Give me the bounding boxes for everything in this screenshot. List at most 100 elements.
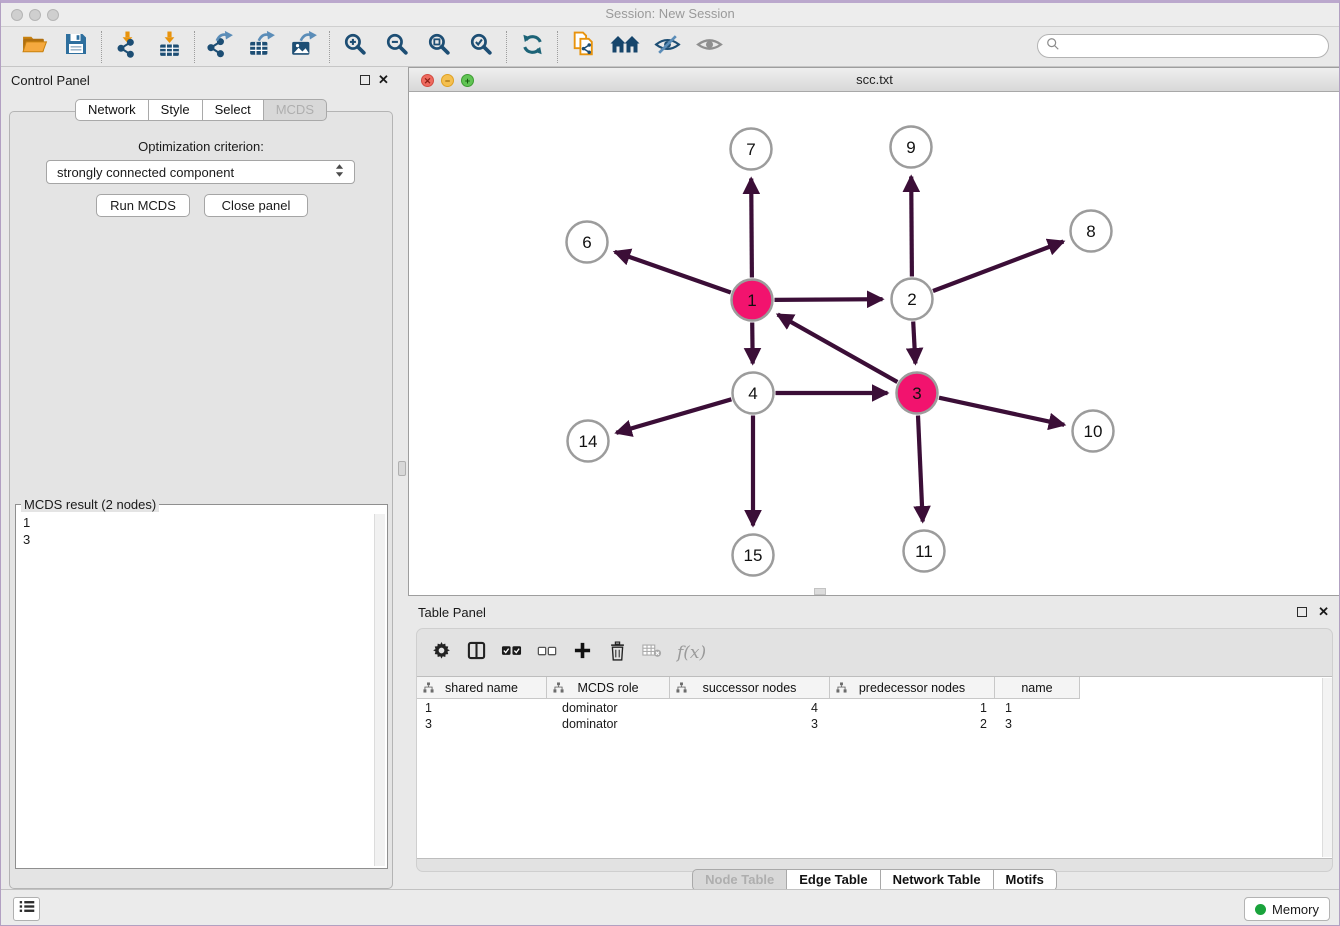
tab-motifs[interactable]: Motifs [994, 869, 1057, 891]
tab-select[interactable]: Select [203, 99, 264, 121]
import-network-button[interactable] [112, 32, 142, 62]
canvas-resize-handle[interactable] [814, 588, 826, 595]
tab-node-table[interactable]: Node Table [692, 869, 787, 891]
close-table-panel-icon[interactable]: ✕ [1318, 604, 1329, 620]
node-4[interactable]: 4 [733, 373, 774, 414]
table-cell[interactable]: 1 [830, 700, 995, 716]
delete-button[interactable] [607, 641, 627, 665]
zoom-fit-button[interactable] [424, 32, 454, 62]
column-header-predecessor-nodes[interactable]: predecessor nodes [830, 677, 995, 699]
close-panel-button[interactable]: Close panel [204, 194, 308, 217]
edge-1-2[interactable] [775, 299, 883, 300]
edge-3-11[interactable] [918, 416, 923, 522]
table-row[interactable]: 1dominator411 [417, 700, 1332, 716]
control-panel-tabs: NetworkStyleSelectMCDS [1, 99, 401, 121]
tab-network-table[interactable]: Network Table [881, 869, 994, 891]
table-cell[interactable]: 3 [417, 716, 547, 732]
table-cell[interactable]: dominator [547, 716, 670, 732]
memory-label: Memory [1272, 902, 1319, 917]
edge-1-4[interactable] [752, 323, 753, 364]
table-cell[interactable]: 1 [417, 700, 547, 716]
double-house-button[interactable] [610, 32, 640, 62]
zoom-out-button[interactable] [382, 32, 412, 62]
edge-2-8[interactable] [933, 242, 1063, 292]
zoom-selected-button[interactable] [466, 32, 496, 62]
table-row[interactable]: 3dominator323 [417, 716, 1332, 732]
console-button[interactable] [13, 897, 40, 921]
column-header-MCDS-role[interactable]: MCDS role [547, 677, 670, 699]
mcds-result-lines: 13 [16, 514, 373, 866]
panel-splitter-handle[interactable] [398, 461, 406, 476]
table-cell[interactable]: 1 [995, 700, 1080, 716]
table-cell[interactable]: dominator [547, 700, 670, 716]
eye-icon [696, 31, 723, 63]
run-mcds-button[interactable]: Run MCDS [96, 194, 190, 217]
node-table-scrollbar[interactable] [1322, 678, 1332, 857]
edge-3-1[interactable] [778, 315, 898, 383]
tab-edge-table[interactable]: Edge Table [787, 869, 880, 891]
float-table-panel-icon[interactable] [1297, 607, 1307, 617]
tab-network[interactable]: Network [75, 99, 149, 121]
zoom-in-button[interactable] [340, 32, 370, 62]
zoom-in-icon [342, 31, 369, 63]
network-title: scc.txt [409, 72, 1340, 87]
table-cell[interactable]: 3 [995, 716, 1080, 732]
float-panel-icon[interactable] [360, 75, 370, 85]
node-label: 6 [582, 233, 591, 252]
node-7[interactable]: 7 [731, 129, 772, 170]
column-type-icon [553, 682, 564, 696]
export-table-button[interactable] [247, 32, 277, 62]
node-8[interactable]: 8 [1071, 211, 1112, 252]
network-canvas[interactable]: 1 2 3 4 6 7 8 9 10 11 14 15 [408, 92, 1340, 596]
column-header-shared-name[interactable]: shared name [417, 677, 547, 699]
export-network-button[interactable] [205, 32, 235, 62]
network-window-titlebar[interactable]: ✕ − + scc.txt [408, 67, 1340, 92]
column-chooser-button[interactable] [466, 641, 486, 665]
eye-slash-button[interactable] [652, 32, 682, 62]
tab-style[interactable]: Style [149, 99, 203, 121]
node-10[interactable]: 10 [1073, 411, 1114, 452]
gear-button[interactable] [431, 641, 451, 665]
open-folder-button[interactable] [19, 32, 49, 62]
node-1[interactable]: 1 [732, 280, 773, 321]
table-cell[interactable]: 4 [670, 700, 830, 716]
edge-2-9[interactable] [911, 177, 912, 277]
import-network-icon [114, 31, 141, 63]
function-builder-button[interactable]: f(x) [677, 641, 706, 665]
table-cell[interactable]: 2 [830, 716, 995, 732]
node-6[interactable]: 6 [567, 222, 608, 263]
edge-1-6[interactable] [615, 252, 731, 293]
node-15[interactable]: 15 [733, 535, 774, 576]
edge-2-3[interactable] [913, 322, 915, 364]
select-all-columns-button[interactable] [501, 641, 522, 665]
tab-mcds[interactable]: MCDS [264, 99, 327, 121]
eye-button[interactable] [694, 32, 724, 62]
mcds-result-scrollbar[interactable] [374, 514, 385, 866]
node-2[interactable]: 2 [892, 279, 933, 320]
delete-table-button[interactable] [642, 641, 662, 665]
memory-button[interactable]: Memory [1244, 897, 1330, 921]
unselect-all-columns-button[interactable] [537, 641, 557, 665]
node-table[interactable]: shared name MCDS role successor nodes pr… [417, 676, 1332, 859]
table-panel-title: Table Panel [418, 605, 486, 620]
export-image-button[interactable] [289, 32, 319, 62]
criterion-dropdown[interactable]: strongly connected component [46, 160, 355, 184]
refresh-button[interactable] [517, 32, 547, 62]
clone-network-button[interactable] [568, 32, 598, 62]
search-box[interactable] [1037, 34, 1329, 58]
node-3[interactable]: 3 [897, 373, 938, 414]
save-button[interactable] [61, 32, 91, 62]
import-table-button[interactable] [154, 32, 184, 62]
edge-4-14[interactable] [616, 399, 731, 433]
node-9[interactable]: 9 [891, 127, 932, 168]
node-14[interactable]: 14 [568, 421, 609, 462]
node-11[interactable]: 11 [904, 531, 945, 572]
edge-1-7[interactable] [751, 179, 752, 278]
edge-3-10[interactable] [939, 398, 1064, 425]
column-header-successor-nodes[interactable]: successor nodes [670, 677, 830, 699]
table-cell[interactable]: 3 [670, 716, 830, 732]
add-button[interactable] [572, 641, 592, 665]
column-header-name[interactable]: name [995, 677, 1080, 699]
search-input[interactable] [1065, 37, 1328, 55]
close-panel-icon[interactable]: ✕ [378, 72, 389, 88]
